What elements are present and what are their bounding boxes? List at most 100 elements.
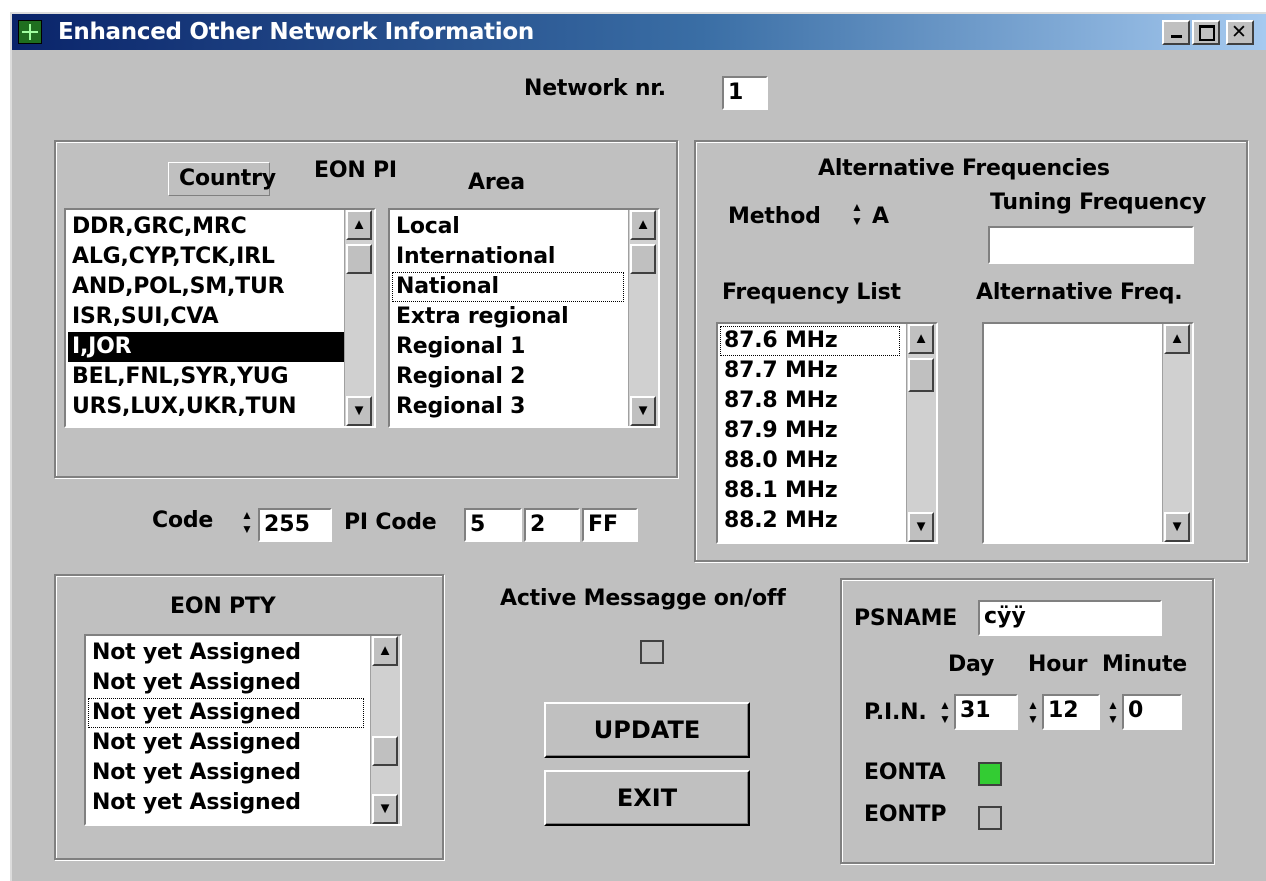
minimize-button[interactable] <box>1162 20 1190 45</box>
frequency-list-item[interactable]: 87.8 MHz <box>720 386 900 416</box>
tuning-frequency-label: Tuning Frequency <box>990 190 1207 215</box>
day-label: Day <box>948 652 995 677</box>
app-icon[interactable] <box>18 20 42 44</box>
exit-button[interactable]: EXIT <box>544 770 750 826</box>
area-list-item[interactable]: Regional 2 <box>392 362 624 392</box>
minute-label: Minute <box>1102 652 1187 677</box>
psname-label: PSNAME <box>854 606 958 631</box>
maximize-button[interactable] <box>1192 20 1220 45</box>
close-button[interactable] <box>1226 20 1254 45</box>
scroll-thumb[interactable] <box>346 244 372 274</box>
alternative-freq-label: Alternative Freq. <box>976 280 1183 305</box>
country-header[interactable]: Country <box>168 162 276 196</box>
frequency-list-item[interactable]: 87.9 MHz <box>720 416 900 446</box>
eonta-checkbox[interactable] <box>978 762 1002 786</box>
area-list-item[interactable]: National <box>392 272 624 302</box>
scroll-thumb[interactable] <box>630 244 656 274</box>
hour-label: Hour <box>1028 652 1088 677</box>
country-list-item[interactable]: ISR,SUI,CVA <box>68 302 344 332</box>
scroll-up-icon[interactable]: ▲ <box>346 210 372 240</box>
pi-code-label: PI Code <box>344 510 437 535</box>
method-label: Method <box>728 204 821 229</box>
frequency-listbox[interactable]: 87.6 MHz 87.7 MHz 87.8 MHz 87.9 MHz 88.0 MHz… <box>716 322 938 544</box>
scroll-down-icon[interactable]: ▼ <box>346 396 372 426</box>
eon-pty-list-item[interactable]: Not yet Assigned <box>88 698 364 728</box>
scroll-thumb[interactable] <box>372 736 398 766</box>
pi-code-field-2[interactable]: 2 <box>524 508 580 542</box>
eontp-label: EONTP <box>864 802 947 827</box>
frequency-list-item[interactable]: 88.2 MHz <box>720 506 900 536</box>
main-window: Enhanced Other Network Information Netwo… <box>10 12 1266 881</box>
active-message-label: Active Messagge on/off <box>500 586 786 611</box>
country-list-item[interactable]: AND,POL,SM,TUR <box>68 272 344 302</box>
alternative-freq-scrollbar[interactable]: ▲ ▼ <box>1162 324 1192 542</box>
code-field[interactable]: 255 <box>258 508 332 542</box>
scroll-down-icon[interactable]: ▼ <box>1164 512 1190 542</box>
pi-code-field-1[interactable]: 5 <box>464 508 522 542</box>
scroll-thumb[interactable] <box>908 358 934 392</box>
frequency-scrollbar[interactable]: ▲ ▼ <box>906 324 936 542</box>
country-list-item[interactable]: ALG,CYP,TCK,IRL <box>68 242 344 272</box>
area-list-item[interactable]: Regional 1 <box>392 332 624 362</box>
code-label: Code <box>152 508 214 533</box>
eon-pty-heading: EON PTY <box>170 594 276 619</box>
minute-field[interactable]: 0 <box>1122 694 1182 730</box>
scroll-down-icon[interactable]: ▼ <box>372 794 398 824</box>
active-message-checkbox[interactable] <box>640 640 664 664</box>
scroll-up-icon[interactable]: ▲ <box>372 636 398 666</box>
eon-pi-heading: EON PI <box>314 158 397 183</box>
title-bar[interactable]: Enhanced Other Network Information <box>12 14 1266 50</box>
network-nr-field[interactable]: 1 <box>722 76 768 110</box>
area-listbox[interactable]: Local International National Extra regional… <box>388 208 660 428</box>
alternative-freq-listbox[interactable]: ▲ ▼ <box>982 322 1194 544</box>
scroll-up-icon[interactable]: ▲ <box>630 210 656 240</box>
window-title: Enhanced Other Network Information <box>58 19 534 45</box>
area-list-item[interactable]: Regional 3 <box>392 392 624 422</box>
method-spinner-icon[interactable]: ▲ ▼ <box>850 200 864 230</box>
country-scrollbar[interactable]: ▲ ▼ <box>344 210 374 426</box>
hour-spinner-icon[interactable]: ▲ ▼ <box>1026 698 1040 728</box>
country-listbox[interactable]: DDR,GRC,MRC ALG,CYP,TCK,IRL AND,POL,SM,TUR… <box>64 208 376 428</box>
eonta-label: EONTA <box>864 760 946 785</box>
area-list-item[interactable]: Extra regional <box>392 302 624 332</box>
frequency-list-item[interactable]: 87.6 MHz <box>720 326 900 356</box>
day-field[interactable]: 31 <box>954 694 1018 730</box>
frequency-list-item[interactable]: 88.0 MHz <box>720 446 900 476</box>
network-nr-label: Network nr. <box>524 76 666 101</box>
area-list-item[interactable]: Local <box>392 212 624 242</box>
country-label: Country <box>179 166 276 191</box>
country-list-item[interactable]: BEL,FNL,SYR,YUG <box>68 362 344 392</box>
eon-pty-list-item[interactable]: Not yet Assigned <box>88 668 364 698</box>
pi-code-field-3[interactable]: FF <box>582 508 638 542</box>
area-scrollbar[interactable]: ▲ ▼ <box>628 210 658 426</box>
scroll-up-icon[interactable]: ▲ <box>908 324 934 354</box>
area-label: Area <box>468 170 525 195</box>
country-list-item[interactable]: I,JOR <box>68 332 344 362</box>
minute-spinner-icon[interactable]: ▲ ▼ <box>1106 698 1120 728</box>
eon-pty-listbox[interactable]: Not yet Assigned Not yet Assigned Not yet … <box>84 634 402 826</box>
country-list-item[interactable]: DDR,GRC,MRC <box>68 212 344 242</box>
pin-label: P.I.N. <box>864 700 927 725</box>
eon-pty-scrollbar[interactable]: ▲ ▼ <box>370 636 400 824</box>
eon-pty-list-item[interactable]: Not yet Assigned <box>88 728 364 758</box>
psname-field[interactable]: cÿÿ <box>978 600 1162 636</box>
alt-freq-heading: Alternative Frequencies <box>818 156 1110 181</box>
code-spinner-icon[interactable]: ▲ ▼ <box>240 508 254 538</box>
scroll-up-icon[interactable]: ▲ <box>1164 324 1190 354</box>
country-list-item[interactable]: URS,LUX,UKR,TUN <box>68 392 344 422</box>
frequency-list-label: Frequency List <box>722 280 901 305</box>
eon-pty-list-item[interactable]: Not yet Assigned <box>88 638 364 668</box>
day-spinner-icon[interactable]: ▲ ▼ <box>938 698 952 728</box>
area-list-item[interactable]: International <box>392 242 624 272</box>
tuning-frequency-field[interactable] <box>988 226 1194 264</box>
eontp-checkbox[interactable] <box>978 806 1002 830</box>
update-button[interactable]: UPDATE <box>544 702 750 758</box>
scroll-down-icon[interactable]: ▼ <box>908 512 934 542</box>
scroll-down-icon[interactable]: ▼ <box>630 396 656 426</box>
frequency-list-item[interactable]: 88.1 MHz <box>720 476 900 506</box>
eon-pty-list-item[interactable]: Not yet Assigned <box>88 788 364 818</box>
method-field[interactable]: A <box>866 200 906 234</box>
eon-pty-list-item[interactable]: Not yet Assigned <box>88 758 364 788</box>
frequency-list-item[interactable]: 87.7 MHz <box>720 356 900 386</box>
hour-field[interactable]: 12 <box>1042 694 1100 730</box>
